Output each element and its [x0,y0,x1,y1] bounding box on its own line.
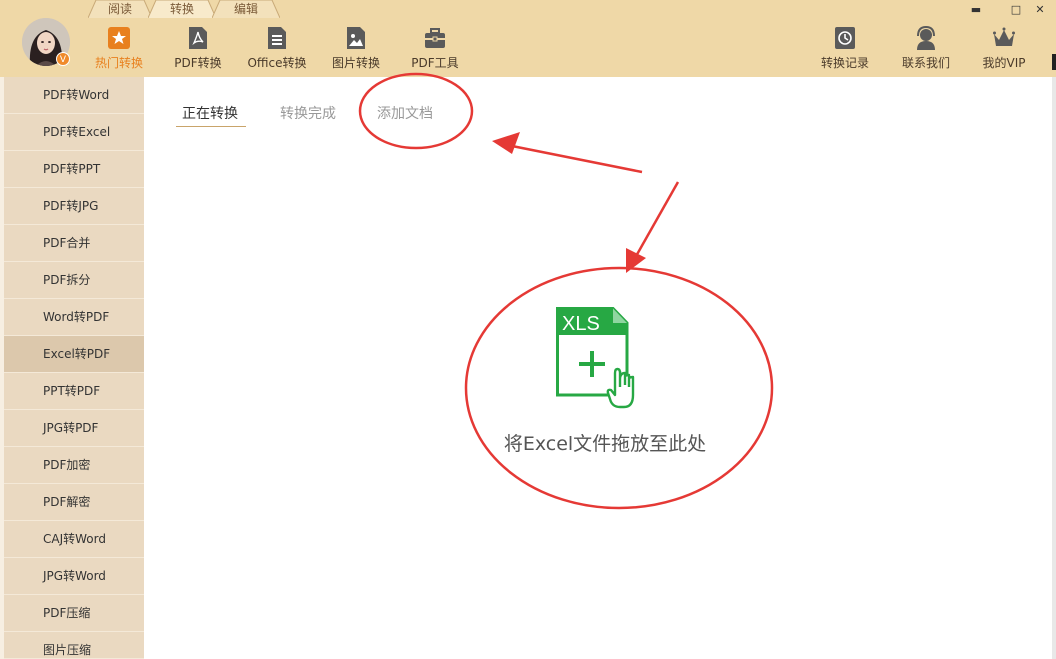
tab-completed[interactable]: 转换完成 [280,103,336,123]
document-icon [266,26,288,50]
headset-user-icon [915,25,937,50]
sidebar-item-pdf-to-ppt[interactable]: PDF转PPT [4,151,144,188]
tool-office-convert[interactable]: Office转换 [237,26,317,71]
scrollbar-thumb[interactable] [1052,54,1056,70]
image-file-icon [345,26,367,50]
xls-label: XLS [562,313,600,335]
file-drop-zone[interactable]: XLS 将Excel文件拖放至此处 [490,305,720,465]
drop-instruction: 将Excel文件拖放至此处 [503,433,707,455]
menu-tab-read[interactable]: 阅读 [88,0,152,18]
tool-hot-convert[interactable]: 热门转换 [79,26,159,71]
annotation-arrow-to-add-doc [492,132,643,174]
menu-tab-edit[interactable]: 编辑 [212,0,280,18]
sidebar-item-pdf-compress[interactable]: PDF压缩 [4,595,144,632]
tool-label: 联系我们 [901,56,950,70]
crown-icon [993,26,1015,50]
menu-tab-convert[interactable]: 转换 [148,0,216,18]
tool-image-convert[interactable]: 图片转换 [316,26,396,71]
close-button[interactable]: ✕ [1032,3,1048,17]
pdf-file-icon [187,26,209,50]
tool-pdf-tools[interactable]: PDF工具 [395,26,475,71]
annotation-arrow-to-drop-zone [626,181,680,273]
star-icon [108,26,130,50]
tool-label: 转换记录 [820,56,869,70]
sidebar-item-pdf-to-jpg[interactable]: PDF转JPG [4,188,144,225]
sidebar-item-pdf-split[interactable]: PDF拆分 [4,262,144,299]
add-document-button[interactable]: 添加文档 [377,103,433,123]
toolbox-icon [424,26,446,50]
sidebar-item-word-to-pdf[interactable]: Word转PDF [4,299,144,336]
tool-label: 我的VIP [982,56,1026,70]
tool-label: 热门转换 [94,56,143,70]
clock-file-icon [834,26,856,50]
sidebar-item-pdf-decrypt[interactable]: PDF解密 [4,484,144,521]
maximize-button[interactable]: □ [1008,3,1024,17]
sidebar-item-pdf-merge[interactable]: PDF合并 [4,225,144,262]
xls-file-add-icon: XLS [556,307,646,412]
sidebar-item-jpg-to-pdf[interactable]: JPG转PDF [4,410,144,447]
vip-badge: V [56,52,70,66]
sidebar-item-jpg-to-word[interactable]: JPG转Word [4,558,144,595]
scrollbar[interactable] [1052,77,1056,659]
tool-pdf-convert[interactable]: PDF转换 [158,26,238,71]
sidebar-item-ppt-to-pdf[interactable]: PPT转PDF [4,373,144,410]
tab-converting[interactable]: 正在转换 [182,103,238,123]
tool-label: PDF工具 [411,56,459,70]
sidebar-item-caj-to-word[interactable]: CAJ转Word [4,521,144,558]
tool-label: PDF转换 [174,56,222,70]
sidebar-item-pdf-encrypt[interactable]: PDF加密 [4,447,144,484]
tool-contact-us[interactable]: 联系我们 [886,25,966,71]
minimize-button[interactable]: ▬ [968,3,984,17]
active-tab-underline [176,126,246,127]
tool-label: 图片转换 [331,56,380,70]
sidebar-item-image-compress[interactable]: 图片压缩 [4,632,144,659]
sidebar-item-pdf-to-excel[interactable]: PDF转Excel [4,114,144,151]
tool-my-vip[interactable]: 我的VIP [964,26,1044,71]
top-toolbar: V 阅读 转换 编辑 热门转换 PDF转换 Office转换 图片转换 PDF工… [0,0,1056,77]
sidebar-item-excel-to-pdf[interactable]: Excel转PDF [4,336,144,373]
tool-convert-history[interactable]: 转换记录 [805,26,885,71]
tool-label: Office转换 [247,56,307,70]
sidebar-item-pdf-to-word[interactable]: PDF转Word [4,77,144,114]
